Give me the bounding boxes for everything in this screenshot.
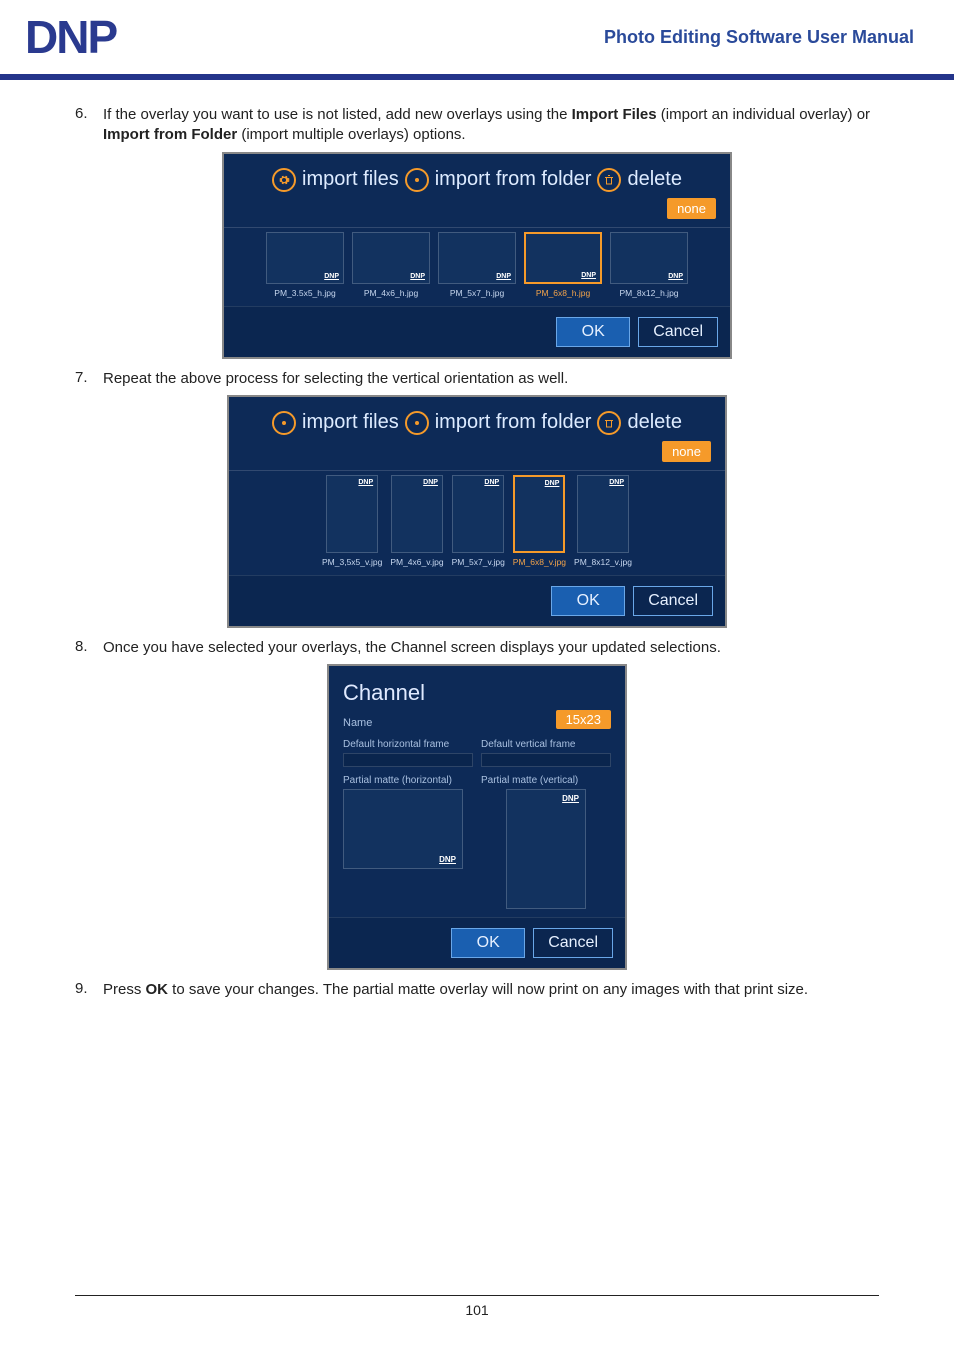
page-header: DNP Photo Editing Software User Manual [0,0,954,80]
default-horizontal-frame-cell[interactable]: Default horizontal frame [343,739,473,767]
ok-button[interactable]: OK [556,317,630,347]
ok-button[interactable]: OK [551,586,625,616]
step-9: 9. Press OK to save your changes. The pa… [75,980,879,1000]
overlay-thumb[interactable]: DNPPM_5x7_h.jpg [438,232,516,298]
step-text: Press OK to save your changes. The parti… [103,980,879,1000]
step-number: 7. [75,369,103,389]
import-from-folder-button[interactable]: import from folder [435,411,592,434]
overlay-thumb[interactable]: DNPPM_5x7_v.jpg [452,475,505,567]
brand-logo: DNP [25,10,116,64]
step-number: 6. [75,105,103,146]
dialog-toolbar: import files import from folder delete [229,397,725,439]
delete-button[interactable]: delete [627,411,682,434]
partial-matte-vertical-cell[interactable]: Partial matte (vertical)DNP [481,775,611,909]
overlay-thumb[interactable]: DNPPM_3,5x5_v.jpg [322,475,382,567]
cancel-button[interactable]: Cancel [633,586,713,616]
name-label: Name [343,717,372,729]
step-number: 8. [75,638,103,658]
gear-icon[interactable] [272,411,296,435]
overlay-thumb[interactable]: DNPPM_3.5x5_h.jpg [266,232,344,298]
panel-title: Channel [329,666,625,710]
manual-title: Photo Editing Software User Manual [604,27,914,48]
step-text: Repeat the above process for selecting t… [103,369,879,389]
page-number: 101 [465,1302,488,1318]
gear-icon[interactable] [405,168,429,192]
overlay-thumb-selected[interactable]: DNPPM_6x8_h.jpg [524,232,602,298]
step-text: If the overlay you want to use is not li… [103,105,879,146]
trash-icon[interactable] [597,168,621,192]
thumbnail-row: DNPPM_3.5x5_h.jpg DNPPM_4x6_h.jpg DNPPM_… [224,227,730,306]
step-8: 8. Once you have selected your overlays,… [75,638,879,658]
overlay-thumb[interactable]: DNPPM_8x12_v.jpg [574,475,632,567]
channel-name-value[interactable]: 15x23 [556,710,611,729]
step-text: Once you have selected your overlays, th… [103,638,879,658]
cancel-button[interactable]: Cancel [533,928,613,958]
import-dialog-horizontal: import files import from folder delete n… [222,152,732,359]
page-footer: 101 [0,1295,954,1318]
dialog-toolbar: import files import from folder delete [224,154,730,196]
default-vertical-frame-cell[interactable]: Default vertical frame [481,739,611,767]
channel-panel: Channel Name 15x23 Default horizontal fr… [327,664,627,970]
overlay-thumb[interactable]: DNPPM_8x12_h.jpg [610,232,688,298]
partial-matte-horizontal-cell[interactable]: Partial matte (horizontal)DNP [343,775,473,909]
import-from-folder-button[interactable]: import from folder [435,168,592,191]
overlay-thumb-selected[interactable]: DNPPM_6x8_v.jpg [513,475,566,567]
import-files-button[interactable]: import files [302,168,399,191]
overlay-thumb[interactable]: DNPPM_4x6_v.jpg [390,475,443,567]
step-6: 6. If the overlay you want to use is not… [75,105,879,146]
import-files-button[interactable]: import files [302,411,399,434]
step-number: 9. [75,980,103,1000]
delete-button[interactable]: delete [627,168,682,191]
step-7: 7. Repeat the above process for selectin… [75,369,879,389]
cancel-button[interactable]: Cancel [638,317,718,347]
none-badge[interactable]: none [662,441,711,462]
ok-button[interactable]: OK [451,928,525,958]
none-badge[interactable]: none [667,198,716,219]
overlay-thumb[interactable]: DNPPM_4x6_h.jpg [352,232,430,298]
gear-icon[interactable] [405,411,429,435]
import-dialog-vertical: import files import from folder delete n… [227,395,727,628]
thumbnail-row: DNPPM_3,5x5_v.jpg DNPPM_4x6_v.jpg DNPPM_… [229,470,725,575]
trash-icon[interactable] [597,411,621,435]
gear-icon[interactable] [272,168,296,192]
